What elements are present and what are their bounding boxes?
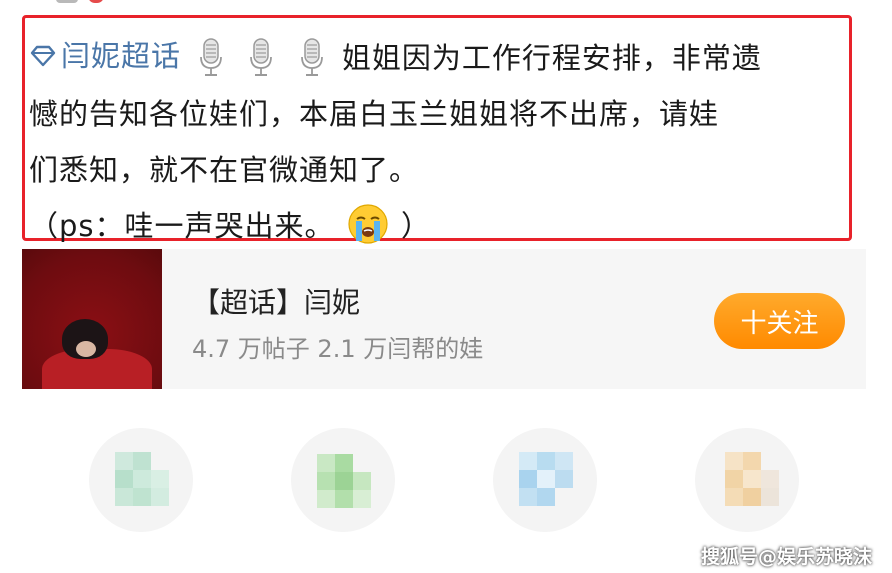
avatar[interactable] (291, 428, 395, 532)
previous-post-fragment (56, 0, 112, 4)
crying-face-icon (348, 204, 388, 244)
avatar[interactable] (493, 428, 597, 532)
follow-button[interactable]: 十关注 (714, 293, 845, 349)
topic-title: 【超话】闫妮 (192, 286, 361, 319)
post-line-1: 闫妮超话 姐姐因为工作行程安排，非常遗 (29, 28, 847, 86)
post-line-1-text: 姐姐因为工作行程安排，非常遗 (341, 41, 762, 75)
topic-tag-label: 闫妮超话 (61, 39, 182, 73)
post-text: 闫妮超话 姐姐因为工作行程安排，非常遗 憾的告知各位娃们，本届白玉兰姐姐将不出席… (29, 28, 847, 254)
topic-stats: 4.7 万帖子 2.1 万闫帮的娃 (192, 335, 484, 363)
post-line-3: 们悉知，就不在官微通知了。 (29, 153, 420, 187)
post-line-4-prefix: （ps：哇一声哭出来。 (29, 209, 335, 243)
avatar[interactable] (695, 428, 799, 532)
avatar[interactable] (89, 428, 193, 532)
topic-thumbnail (22, 249, 162, 389)
post-highlight-box: 闫妮超话 姐姐因为工作行程安排，非常遗 憾的告知各位娃们，本届白玉兰姐姐将不出席… (22, 15, 852, 244)
watermark: 搜狐号@娱乐苏晓沫 (700, 546, 872, 568)
avatar-row (0, 428, 892, 538)
post-line-2: 憾的告知各位娃们，本届白玉兰姐姐将不出席，请娃 (29, 97, 720, 131)
microphone-icon (250, 38, 273, 76)
topic-tag-link[interactable]: 闫妮超话 (29, 28, 181, 84)
topic-card[interactable]: 【超话】闫妮 4.7 万帖子 2.1 万闫帮的娃 十关注 (22, 249, 866, 389)
microphone-icon (200, 38, 223, 76)
microphone-icon (300, 38, 323, 76)
post-line-4-suffix: ） (400, 209, 431, 243)
diamond-icon (30, 45, 56, 67)
post-line-4: （ps：哇一声哭出来。 ） (29, 198, 847, 254)
